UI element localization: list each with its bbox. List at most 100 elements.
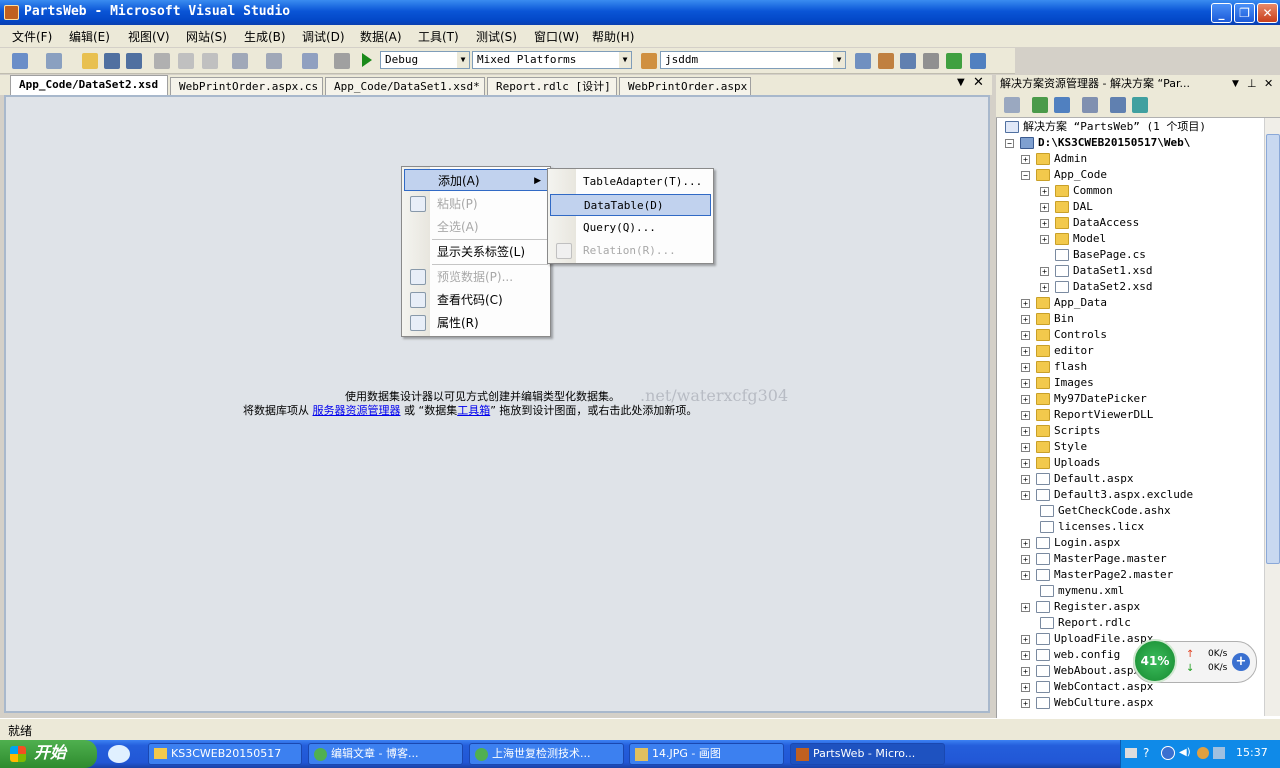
tree-item[interactable]: + Register.aspx [1021,599,1140,615]
tree-item[interactable]: + ReportViewerDLL [1021,407,1153,423]
tree-item[interactable]: + Common [1040,183,1113,199]
panel-dropdown-icon[interactable]: ▼ [1232,75,1239,93]
view-designer-icon[interactable] [1110,97,1126,113]
expand-icon[interactable]: + [1021,698,1030,708]
expand-icon[interactable]: + [1040,234,1049,244]
tab-dataset2-xsd[interactable]: App_Code/DataSet2.xsd [10,75,168,95]
find-combo[interactable]: jsddm ▼ [660,51,846,69]
expand-icon[interactable]: + [1021,362,1030,372]
properties-icon[interactable] [878,53,894,69]
task-folder[interactable]: KS3CWEB20150517 [148,743,302,765]
tree-item[interactable]: + Admin [1021,151,1087,167]
expand-icon[interactable]: + [1021,538,1030,548]
tree-item[interactable]: + Default.aspx [1021,471,1133,487]
expand-icon[interactable]: + [1021,650,1030,660]
command-window-icon[interactable] [970,53,986,69]
menu-view[interactable]: 视图(V) [128,28,170,45]
expand-icon[interactable]: + [1040,202,1049,212]
close-button[interactable]: ✕ [1257,3,1278,23]
expand-icon[interactable]: + [1021,458,1030,468]
tree-item[interactable]: + Bin [1021,311,1074,327]
platform-select[interactable]: Mixed Platforms ▼ [472,51,632,69]
pin-icon[interactable]: ⊥ [1247,75,1257,93]
memory-usage-ball[interactable]: 41% [1133,639,1177,683]
minimize-button[interactable]: _ [1211,3,1232,23]
task-browser[interactable]: 上海世复检测技术... [469,743,624,765]
menu-tools[interactable]: 工具(T) [418,28,459,45]
expand-icon[interactable]: + [1040,186,1049,196]
tab-webprintorder-cs[interactable]: WebPrintOrder.aspx.cs [170,77,323,95]
network-icon[interactable] [1213,747,1225,759]
toolbox-link[interactable]: 工具箱 [457,404,490,417]
tree-item[interactable]: Report.rdlc [1040,615,1131,631]
menu-preview-data[interactable]: 预览数据(P)... [404,266,548,288]
expand-icon[interactable]: + [1021,602,1030,612]
menu-properties[interactable]: 属性(R) [404,312,548,334]
save-icon[interactable] [104,53,120,69]
tab-dropdown-icon[interactable]: ▼ [957,77,965,88]
scrollbar-thumb[interactable] [1266,134,1280,564]
tab-report-rdlc[interactable]: Report.rdlc [设计] [487,77,617,95]
expand-icon[interactable]: + [1021,330,1030,340]
save-all-icon[interactable] [126,53,142,69]
view-code-icon[interactable] [1082,97,1098,113]
menu-paste[interactable]: 粘贴(P) [404,193,548,215]
undo-icon[interactable] [232,53,248,69]
tree-item[interactable]: + editor [1021,343,1094,359]
expand-icon[interactable]: + [1021,442,1030,452]
tree-item-project[interactable]: − D:\KS3CWEB20150517\Web\ [1005,135,1190,151]
tree-item[interactable]: + Style [1021,439,1087,455]
tree-item[interactable]: + Default3.aspx.exclude [1021,487,1193,503]
redo-icon[interactable] [266,53,282,69]
qq-icon[interactable] [1197,747,1209,759]
cut-icon[interactable] [154,53,170,69]
expand-icon[interactable]: + [1040,218,1049,228]
menu-datatable[interactable]: DataTable(D) [550,194,711,216]
tree-item[interactable]: + web.config [1021,647,1120,663]
menu-query[interactable]: Query(Q)... [550,217,711,239]
expand-icon[interactable]: + [1021,426,1030,436]
expand-icon[interactable]: + [1021,378,1030,388]
tree-item[interactable]: + Uploads [1021,455,1100,471]
task-paint[interactable]: 14.JPG - 画图 [629,743,784,765]
tab-dataset1-xsd[interactable]: App_Code/DataSet1.xsd* [325,77,485,95]
tree-item[interactable]: GetCheckCode.ashx [1040,503,1171,519]
expand-icon[interactable]: + [1021,298,1030,308]
menu-test[interactable]: 测试(S) [476,28,517,45]
tree-item[interactable]: + DataSet2.xsd [1040,279,1152,295]
expand-icon[interactable]: + [1021,346,1030,356]
menu-window[interactable]: 窗口(W) [534,28,579,45]
menu-website[interactable]: 网站(S) [186,28,227,45]
add-item-icon[interactable] [46,53,62,69]
menu-data[interactable]: 数据(A) [360,28,402,45]
tree-item[interactable]: + Login.aspx [1021,535,1120,551]
solution-config-select[interactable]: Debug ▼ [380,51,470,69]
expand-icon[interactable]: + [1021,490,1030,500]
quick-launch-icon[interactable] [108,745,130,763]
panel-close-icon[interactable]: ✕ [1264,75,1273,93]
expand-icon[interactable]: + [1021,554,1030,564]
solution-tree-scrollbar[interactable] [1264,118,1280,716]
tree-item[interactable]: + App_Data [1021,295,1107,311]
tree-item[interactable]: + UploadFile.aspx [1021,631,1153,647]
tab-webprintorder-aspx[interactable]: WebPrintOrder.aspx [619,77,751,95]
expand-icon[interactable]: + [1021,314,1030,324]
expand-icon[interactable]: + [1021,682,1030,692]
nest-files-icon[interactable] [1054,97,1070,113]
volume-icon[interactable]: ◀) [1179,747,1191,758]
start-debugging-icon[interactable] [362,53,372,67]
tree-item[interactable]: + WebContact.aspx [1021,679,1153,695]
refresh-icon[interactable] [1032,97,1048,113]
collapse-icon[interactable]: − [1005,138,1014,148]
navigate-forward-icon[interactable] [334,53,350,69]
copy-icon[interactable] [178,53,194,69]
expand-icon[interactable]: + [1021,570,1030,580]
copy-website-icon[interactable] [1132,97,1148,113]
tree-item[interactable]: + MasterPage2.master [1021,567,1173,583]
navigate-backward-icon[interactable] [302,53,318,69]
close-tab-icon[interactable]: ✕ [973,75,984,90]
tree-item[interactable]: + Images [1021,375,1094,391]
menu-show-relation-labels[interactable]: 显示关系标签(L) [404,241,548,263]
tree-item[interactable]: + Model [1040,231,1106,247]
paste-icon[interactable] [202,53,218,69]
